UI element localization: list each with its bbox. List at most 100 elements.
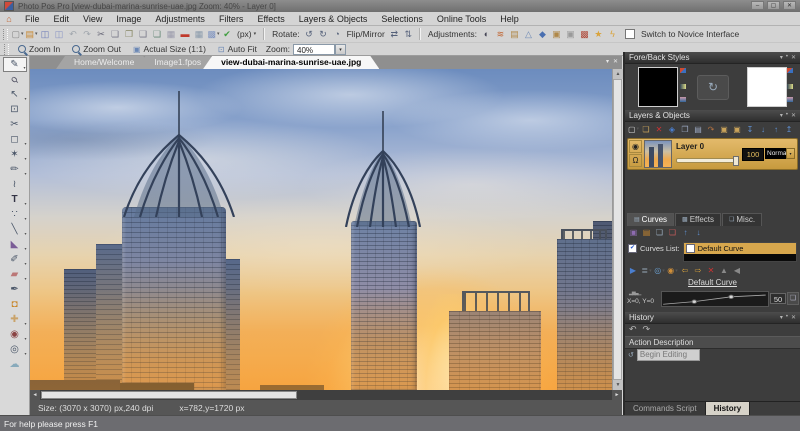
move-up-icon[interactable]: ↑ — [771, 124, 782, 135]
zoom-level-select[interactable]: 40% — [293, 44, 335, 55]
home-icon[interactable]: ⌂ — [0, 14, 18, 24]
lightning-icon[interactable]: ϟ — [606, 28, 619, 41]
fore-color-option-icon[interactable] — [680, 68, 686, 73]
fore-gradient-option-icon[interactable] — [680, 84, 686, 89]
maximize-button[interactable]: ▢ — [767, 1, 780, 10]
actual-size-button[interactable]: ▣Actual Size (1:1) — [127, 43, 212, 55]
delete-curve-icon[interactable]: ❏ — [667, 227, 678, 238]
paintbrush-tool[interactable]: ✐▾ — [3, 252, 27, 267]
next-point-icon[interactable]: ⇨ — [693, 265, 704, 276]
canvas-horizontal-scrollbar[interactable]: ◄ ► — [30, 390, 622, 400]
knife-tool[interactable]: ✂ — [3, 117, 27, 132]
star-effect-icon[interactable]: ★ — [592, 28, 605, 41]
pencil-tool[interactable]: ✏▾ — [3, 162, 27, 177]
menu-item[interactable]: Adjustments — [148, 12, 212, 26]
panel-tab[interactable]: ▩Effects — [675, 213, 721, 226]
close-icon[interactable]: ✕ — [791, 54, 796, 61]
lasso-tool[interactable]: ≀ — [3, 177, 27, 192]
curve-value-box[interactable]: 50 — [770, 293, 786, 304]
rotate-custom-icon[interactable]: ◔ — [331, 28, 344, 41]
text-tool[interactable]: T▾ — [3, 192, 27, 207]
image-icon[interactable]: ▩▾ — [207, 28, 220, 41]
undo-icon[interactable]: ↶ — [67, 28, 80, 41]
curves-listbox[interactable]: Default Curve — [683, 242, 797, 262]
minimize-button[interactable]: – — [751, 1, 764, 10]
new-icon[interactable]: ▢▾ — [11, 28, 24, 41]
horizontal-scroll-thumb[interactable] — [41, 391, 297, 399]
pen-tool[interactable]: ✒ — [3, 282, 27, 297]
new-layer-icon[interactable]: ▢▾ — [628, 124, 639, 135]
crop-tool[interactable]: ⊡ — [3, 102, 27, 117]
new-curve-icon[interactable]: ❏ — [654, 227, 665, 238]
line-tool[interactable]: ╲▾ — [3, 222, 27, 237]
heal-tool[interactable]: ✚▾ — [3, 312, 27, 327]
curve-item-checkbox[interactable] — [686, 244, 695, 253]
levels-icon[interactable]: ≋ — [494, 28, 507, 41]
menu-item[interactable]: Edit — [47, 12, 77, 26]
duplicate-icon[interactable]: ❏ — [151, 28, 164, 41]
frame-photo-icon[interactable]: ▣ — [564, 28, 577, 41]
layer-thumbnail[interactable] — [644, 140, 672, 168]
copy-layer-icon[interactable]: ❏ — [641, 124, 652, 135]
paste-as-icon[interactable]: ❑ — [137, 28, 150, 41]
layer-visibility-eye-icon[interactable]: ◉ — [629, 140, 642, 153]
sharpen-icon[interactable]: △ — [522, 28, 535, 41]
blend-mode-select[interactable]: Normal — [765, 148, 786, 159]
scroll-up-arrow[interactable]: ▲ — [613, 69, 623, 79]
flip-vertical-icon[interactable]: ⇅ — [402, 28, 415, 41]
scroll-down-arrow[interactable]: ▼ — [613, 380, 623, 390]
blur-icon[interactable]: ◆ — [536, 28, 549, 41]
menu-item[interactable]: View — [76, 12, 109, 26]
opacity-slider-thumb[interactable] — [733, 156, 739, 166]
foreground-style-swatch[interactable] — [638, 67, 678, 107]
zoom-in-button[interactable]: Zoom In — [12, 43, 66, 55]
history-item[interactable]: ↺ Begin Editing — [625, 349, 800, 361]
scroll-right-arrow[interactable]: ► — [612, 390, 622, 400]
history-redo-icon[interactable]: ↷ — [643, 324, 651, 335]
layer-lock-icon[interactable]: Ω — [629, 154, 642, 167]
toolbar-grip[interactable] — [4, 44, 9, 55]
curve-output-icon[interactable]: ◉▾ — [667, 265, 678, 276]
photo-canvas[interactable] — [30, 69, 612, 390]
zoom-out-button[interactable]: Zoom Out — [66, 43, 127, 55]
layer-row[interactable]: ◉ Ω Layer 0 100 Normal ▾ — [627, 138, 798, 170]
frame-icon[interactable]: ▦ — [165, 28, 178, 41]
vertical-scroll-thumb[interactable] — [613, 79, 622, 380]
background-style-swatch[interactable] — [747, 67, 787, 107]
select-marquee-tool[interactable]: ◻▾ — [3, 132, 27, 147]
load-curve-icon[interactable]: ▤ — [641, 227, 652, 238]
zoom-dropdown-button[interactable]: ▾ — [335, 44, 346, 55]
curves-list-checkbox[interactable]: ✔ — [628, 244, 637, 253]
collapse-icon[interactable]: ▾ — [780, 54, 783, 61]
send-back-icon[interactable]: ↧ — [745, 124, 756, 135]
open-icon[interactable]: ▤▾ — [25, 28, 38, 41]
menu-item[interactable]: Online Tools — [430, 12, 493, 26]
fill-tool[interactable]: ◣▾ — [3, 237, 27, 252]
scroll-left-arrow[interactable]: ◄ — [30, 390, 40, 400]
back-color-option-icon[interactable] — [787, 68, 793, 73]
cloud-shape-tool[interactable]: ☁ — [3, 357, 27, 372]
close-icon[interactable]: ✕ — [791, 112, 796, 119]
selected-curve-link[interactable]: Default Curve — [625, 278, 800, 288]
layer-opacity-slider[interactable] — [676, 158, 738, 163]
curve-strip[interactable] — [661, 291, 769, 307]
color-balance-icon[interactable]: ▤ — [508, 28, 521, 41]
tab-commands-script[interactable]: Commands Script — [625, 402, 706, 415]
bring-front-icon[interactable]: ↥ — [784, 124, 795, 135]
blend-mode-dropdown-icon[interactable]: ▾ — [786, 148, 795, 159]
apply-curve-icon[interactable]: ▶ — [628, 265, 639, 276]
collapse-icon[interactable]: ▾ — [780, 314, 783, 321]
menu-item[interactable]: File — [18, 12, 47, 26]
hand-move-icon[interactable]: ▣ — [732, 124, 743, 135]
pin-icon[interactable]: • — [786, 54, 788, 61]
check-icon[interactable]: ✔ — [221, 28, 234, 41]
photo-filter-icon[interactable]: ▣ — [550, 28, 563, 41]
swap-fore-back-button[interactable]: ↻ — [697, 75, 729, 100]
tab-history[interactable]: History — [706, 402, 751, 415]
fore-pattern-option-icon[interactable] — [680, 97, 686, 102]
move-tool[interactable]: ↖▾ — [3, 87, 27, 102]
convert-layer-icon[interactable]: ↷ — [706, 124, 717, 135]
curve-extra-button[interactable]: ❏ — [787, 292, 799, 305]
paste-icon[interactable]: ❐ — [123, 28, 136, 41]
copy-icon[interactable]: ❏ — [109, 28, 122, 41]
